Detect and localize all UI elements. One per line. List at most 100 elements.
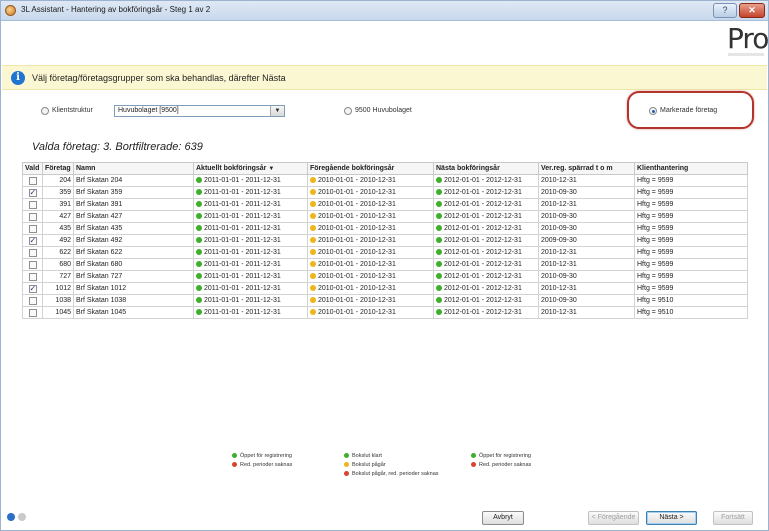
table-row[interactable]: 1012 Brf Skatan 1012 2011-01-01 - 2011-12-…: [22, 282, 748, 295]
footer-icons: [7, 513, 27, 523]
table-row[interactable]: 427 Brf Skatan 427 2011-01-01 - 2011-12-31…: [22, 210, 748, 223]
col-vald[interactable]: Vald: [22, 162, 43, 175]
info-icon: i: [11, 71, 25, 85]
company-number: 1045: [42, 306, 74, 319]
previous-year: 2010-01-01 - 2010-12-31: [307, 234, 434, 247]
klientstruktur-combo[interactable]: Huvubolaget [9500] ▼: [114, 105, 285, 117]
selected-cell: [22, 258, 43, 271]
selected-cell: [22, 282, 43, 295]
select-checkbox[interactable]: [28, 200, 37, 209]
status-dot-icon: [310, 285, 316, 292]
company-number-text: 435: [59, 225, 71, 232]
col-aktuellt[interactable]: Aktuellt bokföringsår ▼: [193, 162, 308, 175]
radio-klientstruktur[interactable]: [41, 107, 49, 115]
close-button[interactable]: ✕: [739, 3, 765, 18]
previous-year: 2010-01-01 - 2010-12-31: [307, 246, 434, 259]
current-year: 2011-01-01 - 2011-12-31: [193, 210, 308, 223]
client-handling: Hftg = 9599: [634, 174, 748, 187]
company-name-text: Brf Skatan 680: [76, 261, 123, 268]
current-year: 2011-01-01 - 2011-12-31: [193, 270, 308, 283]
legend-label: Bokslut pågår: [352, 462, 386, 468]
next-button[interactable]: Nästa >: [646, 511, 697, 525]
table-row[interactable]: 204 Brf Skatan 204 2011-01-01 - 2011-12-31…: [22, 174, 748, 187]
locked-until-text: 2010-09-30: [541, 189, 577, 196]
company-number: 359: [42, 186, 74, 199]
select-checkbox[interactable]: [28, 188, 37, 197]
col-foretag[interactable]: Företag: [42, 162, 74, 175]
previous-button[interactable]: < Föregående: [588, 511, 639, 525]
company-name-text: Brf Skatan 1012: [76, 285, 127, 292]
company-number: 427: [42, 210, 74, 223]
chevron-down-icon[interactable]: ▼: [270, 106, 284, 116]
previous-year-text: 2010-01-01 - 2010-12-31: [318, 213, 396, 220]
current-year: 2011-01-01 - 2011-12-31: [193, 186, 308, 199]
company-name-text: Brf Skatan 727: [76, 273, 123, 280]
table-row[interactable]: 680 Brf Skatan 680 2011-01-01 - 2011-12-31…: [22, 258, 748, 271]
table-row[interactable]: 1045 Brf Skatan 1045 2011-01-01 - 2011-12-…: [22, 306, 748, 319]
selection-summary: Valda företag: 3. Bortfiltrerade: 639: [32, 141, 203, 153]
status-dot-icon: [436, 177, 442, 184]
table-row[interactable]: 359 Brf Skatan 359 2011-01-01 - 2011-12-31…: [22, 186, 748, 199]
help-button[interactable]: ?: [713, 3, 737, 18]
status-dot-icon: [310, 225, 316, 232]
table-row[interactable]: 622 Brf Skatan 622 2011-01-01 - 2011-12-31…: [22, 246, 748, 259]
select-checkbox[interactable]: [28, 260, 37, 269]
table-row[interactable]: 727 Brf Skatan 727 2011-01-01 - 2011-12-31…: [22, 270, 748, 283]
selected-cell: [22, 186, 43, 199]
current-year: 2011-01-01 - 2011-12-31: [193, 306, 308, 319]
company-number-text: 680: [59, 261, 71, 268]
next-year: 2012-01-01 - 2012-12-31: [433, 186, 539, 199]
cancel-button[interactable]: Avbryt: [482, 511, 524, 525]
company-name: Brf Skatan 1012: [73, 282, 194, 295]
radio-markerade[interactable]: [649, 107, 657, 115]
select-checkbox[interactable]: [28, 212, 37, 221]
table-row[interactable]: 1038 Brf Skatan 1038 2011-01-01 - 2011-12-…: [22, 294, 748, 307]
company-name-text: Brf Skatan 359: [76, 189, 123, 196]
locked-until: 2010-12-31: [538, 306, 635, 319]
selected-cell: [22, 174, 43, 187]
col-nasta[interactable]: Nästa bokföringsår: [433, 162, 539, 175]
legend-item: Bokslut pågår: [344, 462, 386, 468]
status-dot-icon: [196, 213, 202, 220]
client-handling-text: Hftg = 9599: [637, 249, 674, 256]
select-checkbox[interactable]: [28, 308, 37, 317]
select-checkbox[interactable]: [28, 224, 37, 233]
combo-value: Huvubolaget [9500]: [118, 107, 179, 114]
client-handling-text: Hftg = 9599: [637, 273, 674, 280]
status-dot-icon: [436, 201, 442, 208]
col-verreg[interactable]: Ver.reg. spärrad t o m: [538, 162, 635, 175]
col-namn[interactable]: Namn: [73, 162, 194, 175]
company-name: Brf Skatan 1038: [73, 294, 194, 307]
status-dot-icon: [436, 297, 442, 304]
col-foregaende[interactable]: Föregående bokföringsår: [307, 162, 434, 175]
select-checkbox[interactable]: [28, 284, 37, 293]
current-year-text: 2011-01-01 - 2011-12-31: [204, 201, 281, 208]
continue-button[interactable]: Fortsätt: [713, 511, 753, 525]
select-checkbox[interactable]: [28, 272, 37, 281]
client-handling-text: Hftg = 9599: [637, 285, 674, 292]
radio-huvubolaget[interactable]: [344, 107, 352, 115]
current-year-text: 2011-01-01 - 2011-12-31: [204, 261, 281, 268]
current-year: 2011-01-01 - 2011-12-31: [193, 234, 308, 247]
select-checkbox[interactable]: [28, 248, 37, 257]
locked-until: 2010-12-31: [538, 282, 635, 295]
client-handling-text: Hftg = 9599: [637, 225, 674, 232]
next-year-text: 2012-01-01 - 2012-12-31: [444, 273, 522, 280]
table-row[interactable]: 492 Brf Skatan 492 2011-01-01 - 2011-12-31…: [22, 234, 748, 247]
select-checkbox[interactable]: [28, 176, 37, 185]
select-checkbox[interactable]: [28, 296, 37, 305]
current-year: 2011-01-01 - 2011-12-31: [193, 294, 308, 307]
company-number-text: 204: [59, 177, 71, 184]
company-name-text: Brf Skatan 492: [76, 237, 123, 244]
company-name: Brf Skatan 391: [73, 198, 194, 211]
app-icon: [5, 5, 16, 16]
company-name-text: Brf Skatan 391: [76, 201, 123, 208]
status-dot-icon: [196, 297, 202, 304]
company-name-text: Brf Skatan 435: [76, 225, 123, 232]
col-klienthantering[interactable]: Klienthantering: [634, 162, 748, 175]
select-checkbox[interactable]: [28, 236, 37, 245]
table-row[interactable]: 435 Brf Skatan 435 2011-01-01 - 2011-12-31…: [22, 222, 748, 235]
status-dot-icon: [196, 249, 202, 256]
table-row[interactable]: 391 Brf Skatan 391 2011-01-01 - 2011-12-31…: [22, 198, 748, 211]
previous-year-text: 2010-01-01 - 2010-12-31: [318, 201, 396, 208]
